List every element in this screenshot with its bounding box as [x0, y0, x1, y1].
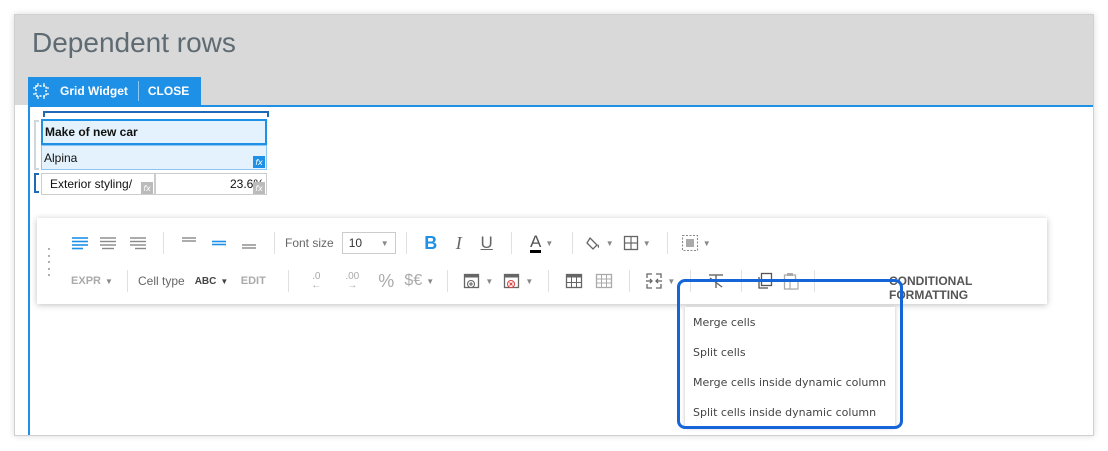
value-cell-alpina[interactable]: Alpina	[41, 145, 267, 170]
valign-top-icon	[182, 237, 196, 242]
expr-button[interactable]: EXPR ▼	[67, 268, 117, 294]
toolbar-divider	[447, 270, 449, 292]
paint-bucket-icon	[585, 236, 599, 250]
page-title: Dependent rows	[32, 27, 236, 58]
insert-row-button[interactable]: ▼	[458, 268, 498, 294]
cell-type-label: Cell type	[138, 274, 185, 288]
chevron-down-icon: ▼	[667, 276, 676, 286]
chevron-down-icon: ▼	[380, 238, 389, 248]
valign-bottom-icon	[242, 244, 256, 249]
fx-icon[interactable]: fx	[253, 156, 265, 168]
currency-label: $€	[404, 272, 423, 289]
chevron-down-icon: ▼	[426, 276, 435, 286]
chevron-down-icon: ▼	[642, 238, 651, 248]
highlight-annotation	[677, 279, 903, 429]
valign-middle-icon	[212, 240, 226, 246]
row-group-bracket	[34, 120, 39, 170]
align-left-icon	[72, 237, 88, 250]
align-right-button[interactable]	[123, 230, 153, 256]
app-frame: Dependent rows Grid Widget CLOSE Make of…	[14, 14, 1094, 436]
toolbar-divider	[163, 232, 164, 254]
toolbar-divider	[274, 232, 275, 254]
cell-padding-icon	[681, 234, 698, 252]
conditional-formatting-button[interactable]: CONDITIONAL FORMATTING	[889, 274, 1047, 302]
toolbar-divider	[548, 270, 550, 292]
chevron-down-icon: ▼	[105, 276, 113, 286]
fx-icon[interactable]: fx	[253, 182, 265, 194]
chevron-down-icon: ▼	[220, 276, 229, 286]
font-color-glyph: A	[530, 231, 542, 253]
chevron-down-icon: ▼	[545, 238, 554, 248]
percent-button[interactable]: %	[371, 268, 401, 294]
font-size-value: 10	[348, 236, 363, 250]
align-left-button[interactable]	[67, 230, 93, 256]
row-label-cell[interactable]: Exterior styling/	[41, 173, 155, 195]
delete-row-icon	[504, 273, 520, 289]
grid-icon	[596, 273, 613, 289]
valign-bottom-button[interactable]	[234, 230, 264, 256]
chevron-down-icon: ▼	[525, 276, 534, 286]
arrow-left-icon: ←	[311, 280, 322, 291]
chevron-down-icon: ▼	[485, 276, 494, 286]
toolbar-divider	[405, 232, 407, 254]
chevron-down-icon: ▼	[605, 238, 614, 248]
merge-cells-icon	[646, 273, 663, 289]
table-icon	[566, 273, 583, 289]
row-value-cell[interactable]: 23.6%	[155, 173, 267, 195]
toolbar-divider	[571, 232, 573, 254]
insert-row-icon	[464, 273, 480, 289]
toolbar-divider	[510, 232, 512, 254]
arrow-right-icon: →	[347, 280, 358, 291]
toolbar-divider	[666, 232, 668, 254]
align-center-button[interactable]	[93, 230, 123, 256]
table-button[interactable]	[559, 268, 589, 294]
font-size-select[interactable]: 10 ▼	[341, 232, 396, 254]
align-center-icon	[100, 237, 116, 250]
decrease-decimals-button[interactable]: .0 ←	[299, 268, 333, 294]
edit-button[interactable]: EDIT	[228, 268, 278, 294]
fill-color-button[interactable]: ▼	[583, 230, 617, 256]
valign-top-button[interactable]	[174, 230, 204, 256]
grid-widget-label: Grid Widget	[60, 84, 128, 98]
currency-button[interactable]: $€ ▼	[401, 268, 437, 294]
borders-icon	[623, 235, 638, 251]
toolbar-divider	[629, 270, 631, 292]
increase-decimals-button[interactable]: .00 →	[333, 268, 371, 294]
font-color-button[interactable]: A ▼	[522, 230, 562, 256]
cell-padding-button[interactable]: ▼	[678, 230, 714, 256]
delete-row-button[interactable]: ▼	[498, 268, 538, 294]
font-size-label: Font size	[285, 236, 334, 250]
toolbar-divider	[288, 270, 290, 292]
cell-type-value: ABC	[194, 275, 217, 287]
align-right-icon	[130, 237, 146, 250]
cell-type-select[interactable]: ABC ▼	[195, 268, 229, 294]
chevron-down-icon: ▼	[702, 238, 711, 248]
underline-button[interactable]: U	[473, 230, 501, 256]
toolbar-divider	[127, 270, 128, 292]
close-button[interactable]: CLOSE	[139, 84, 201, 98]
borders-button[interactable]: ▼	[617, 230, 657, 256]
toolbar-drag-handle[interactable]	[47, 248, 51, 276]
italic-button[interactable]: I	[445, 230, 473, 256]
bold-button[interactable]: B	[417, 230, 445, 256]
widget-tab-bar: Grid Widget CLOSE	[28, 77, 202, 105]
grid-button[interactable]	[589, 268, 619, 294]
row-group-bracket-selected[interactable]	[34, 173, 39, 193]
expr-label: EXPR	[71, 275, 102, 287]
header-cell-make[interactable]: Make of new car	[41, 119, 267, 145]
valign-middle-button[interactable]	[204, 230, 234, 256]
toolbar-row-1: Font size 10 ▼ B I U A ▼ ▼ ▼ ▼	[67, 230, 714, 256]
merge-cells-button[interactable]: ▼	[640, 268, 680, 294]
selection-handle[interactable]	[43, 111, 269, 117]
grid-widget-icon[interactable]	[28, 77, 54, 105]
fx-icon[interactable]: fx	[141, 182, 153, 194]
